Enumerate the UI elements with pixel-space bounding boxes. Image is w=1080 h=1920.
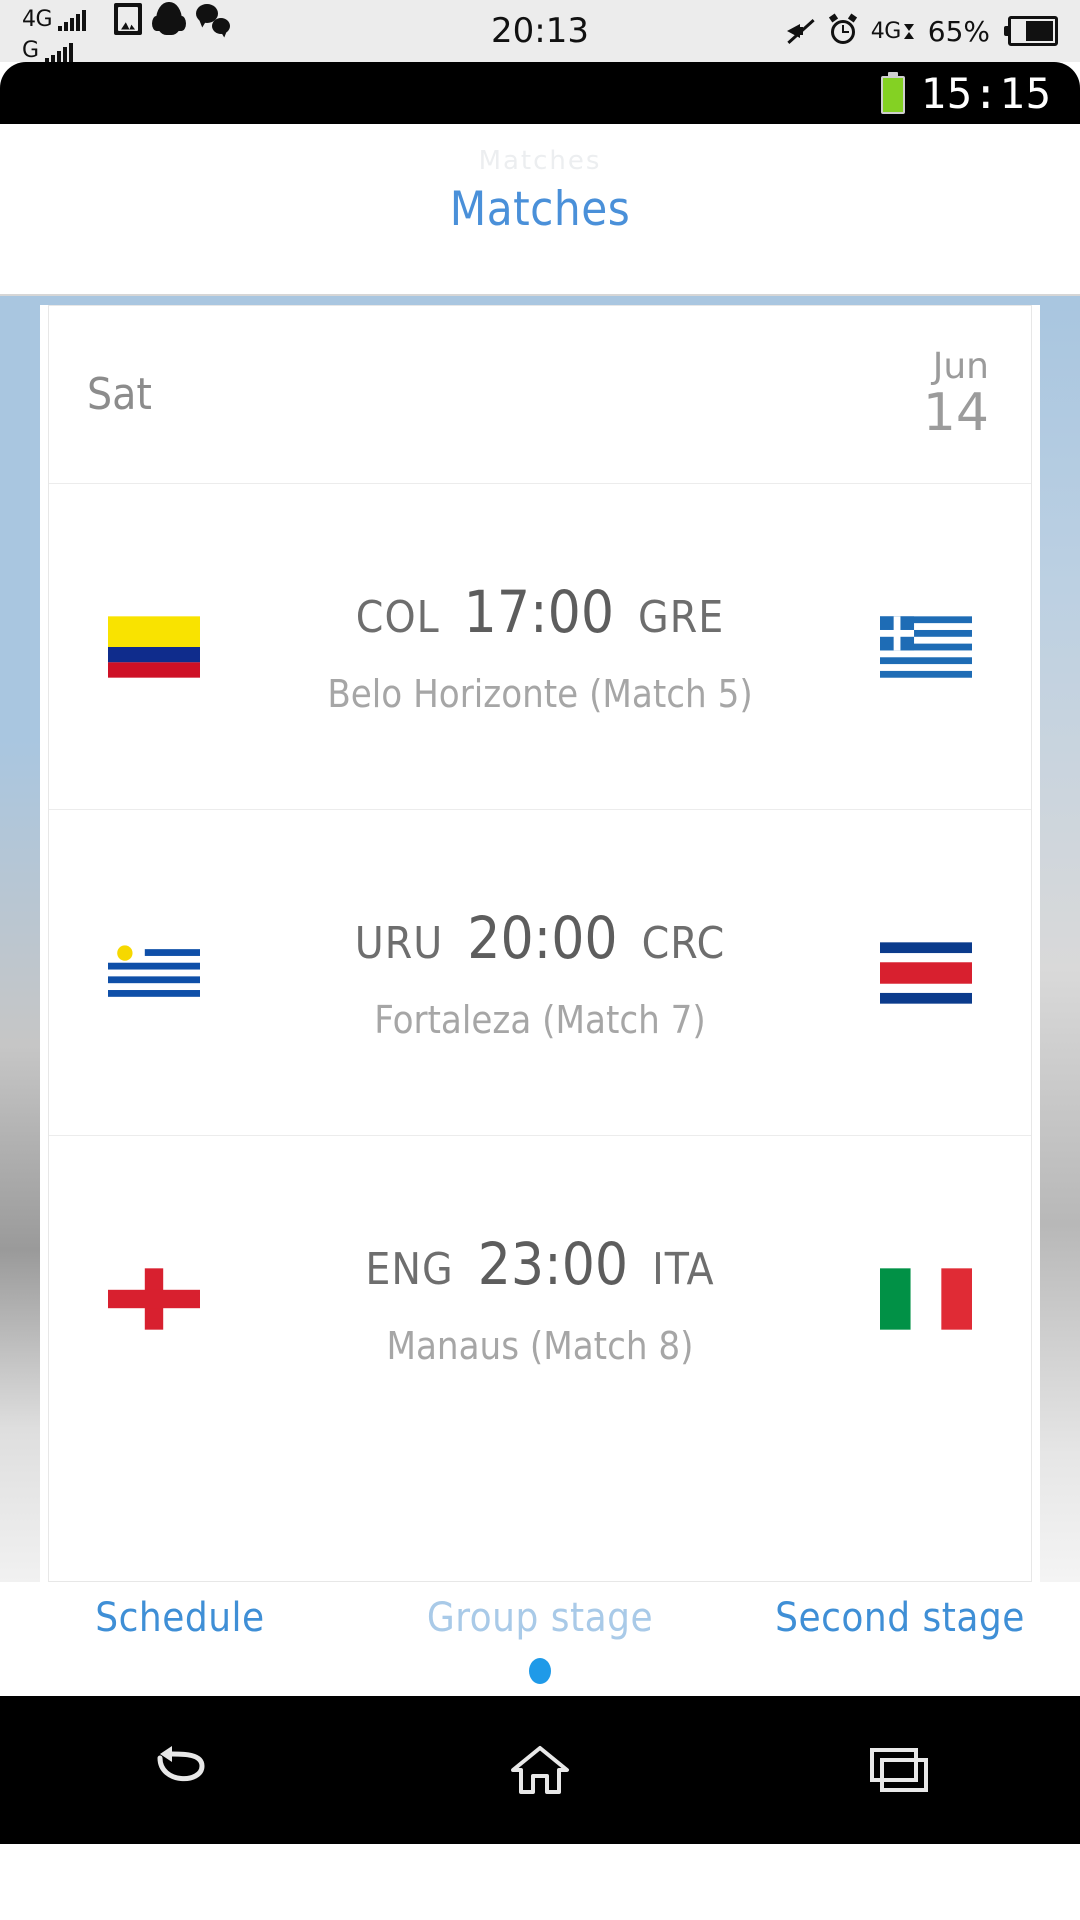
- away-flag-cell: [821, 613, 1031, 681]
- away-team-code: CRC: [641, 917, 726, 969]
- colombia-flag-icon: [108, 615, 200, 678]
- android-navigation-bar: [0, 1696, 1080, 1844]
- match-info-cell: ENG 23:00 ITA Manaus (Match 8): [259, 1230, 821, 1368]
- match-time: 20:00: [467, 903, 618, 972]
- home-team-code: ENG: [365, 1244, 454, 1295]
- date-header-row: Sat Jun 14: [49, 306, 1031, 484]
- page-indicator-area: [0, 1654, 1080, 1696]
- match-info-cell: COL 17:00 GRE Belo Horizonte (Match 5): [259, 578, 821, 716]
- match-venue: Fortaleza (Match 7): [374, 997, 706, 1042]
- costa-rica-flag-icon: [880, 941, 972, 1004]
- table-row[interactable]: URU 20:00 CRC Fortaleza (Match 7): [49, 810, 1031, 1136]
- app-header: Matches Matches: [0, 124, 1080, 296]
- frame-top-border: [0, 296, 1080, 305]
- date-weekday: Sat: [87, 369, 152, 420]
- match-time: 23:00: [477, 1230, 629, 1298]
- away-team-code: ITA: [652, 1244, 715, 1295]
- away-team-code: GRE: [638, 591, 725, 643]
- page-title-ghost: Matches: [478, 146, 602, 176]
- recent-apps-icon[interactable]: [866, 1744, 932, 1796]
- matches-frame: Sat Jun 14 COL 17:00 GRE Belo Horizonte …: [0, 296, 1080, 1654]
- date-month: Jun: [932, 346, 989, 388]
- tab-schedule[interactable]: Schedule: [0, 1595, 360, 1641]
- battery-full-icon: [880, 72, 905, 114]
- home-flag-cell: [49, 939, 259, 1007]
- page-indicator-dot: [529, 1658, 551, 1684]
- mute-icon: [785, 16, 815, 46]
- date-right-group: Jun 14: [923, 348, 989, 440]
- table-row[interactable]: ENG 23:00 ITA Manaus (Match 8): [49, 1136, 1031, 1462]
- system-status-bar: 4G G 20:13 4G 65%: [0, 0, 1080, 62]
- home-team-code: COL: [355, 591, 440, 643]
- match-time: 17:00: [463, 577, 615, 646]
- matches-card[interactable]: Sat Jun 14 COL 17:00 GRE Belo Horizonte …: [48, 305, 1032, 1582]
- match-venue: Manaus (Match 8): [386, 1324, 694, 1368]
- page-title: Matches: [449, 181, 631, 237]
- battery-icon: [1004, 16, 1062, 46]
- match-venue: Belo Horizonte (Match 5): [327, 671, 753, 716]
- match-info-cell: URU 20:00 CRC Fortaleza (Match 7): [259, 904, 821, 1042]
- italy-flag-icon: [880, 1268, 972, 1330]
- home-icon[interactable]: [509, 1742, 571, 1798]
- away-flag-cell: [821, 1265, 1031, 1333]
- home-flag-cell: [49, 613, 259, 681]
- home-flag-cell: [49, 1265, 259, 1333]
- greece-flag-icon: [880, 615, 972, 678]
- inner-status-bar: 15:15: [0, 62, 1080, 124]
- away-flag-cell: [821, 939, 1031, 1007]
- match-teams-line: COL 17:00 GRE: [356, 578, 724, 646]
- uruguay-flag-icon: [108, 941, 200, 1004]
- tab-group-stage[interactable]: Group stage: [360, 1595, 720, 1641]
- match-teams-line: URU 20:00 CRC: [355, 904, 725, 972]
- date-day-number: 14: [922, 383, 989, 444]
- system-clock: 20:13: [491, 11, 589, 51]
- back-icon[interactable]: [148, 1744, 214, 1796]
- table-row[interactable]: COL 17:00 GRE Belo Horizonte (Match 5): [49, 484, 1031, 810]
- match-teams-line: ENG 23:00 ITA: [365, 1230, 714, 1298]
- alarm-icon: [828, 13, 857, 46]
- tab-second-stage[interactable]: Second stage: [720, 1595, 1080, 1641]
- bottom-tab-bar: Schedule Group stage Second stage: [0, 1582, 1080, 1654]
- home-team-code: URU: [354, 917, 444, 969]
- inner-clock: 15:15: [920, 68, 1052, 118]
- frame-right-rail: [1040, 305, 1080, 1582]
- england-flag-icon: [108, 1268, 200, 1330]
- frame-left-rail: [0, 305, 40, 1582]
